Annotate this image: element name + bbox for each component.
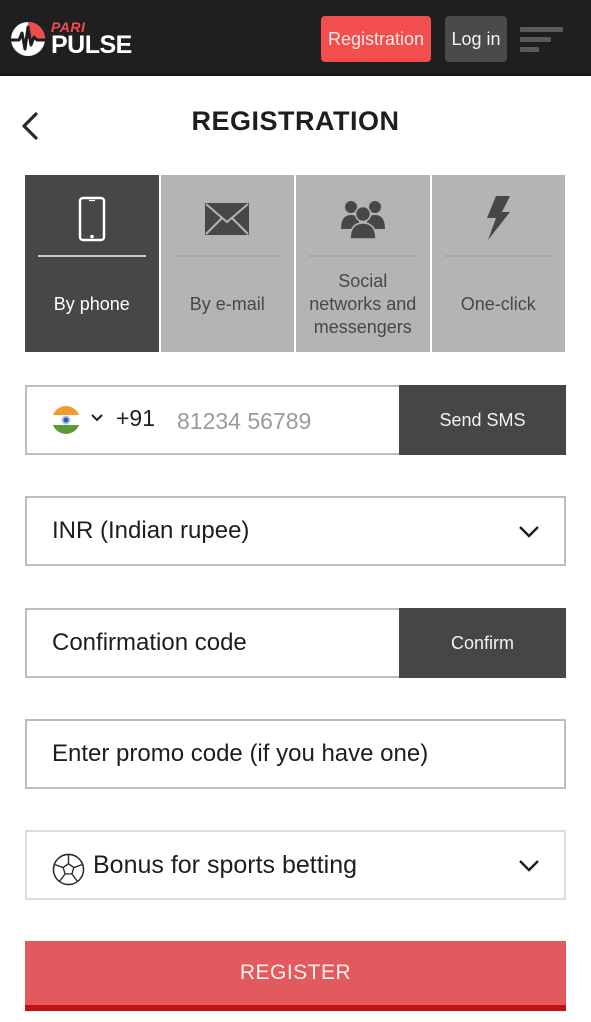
page-title: REGISTRATION [191,106,400,136]
india-flag-icon[interactable] [52,406,80,434]
tab-one-click[interactable]: One-click [431,175,565,352]
tab-label: One-click [460,294,536,314]
pulse-logo-icon [11,22,45,56]
pari-pulse-logo[interactable]: PARI PULSE [10,19,132,59]
tab-label: Social networks and messengers [309,271,417,337]
promo-code-input[interactable] [52,721,542,787]
menu-line [520,27,563,32]
lightning-bolt-icon [473,195,523,243]
menu-line [520,47,539,52]
menu-line [520,37,551,42]
chevron-down-icon [519,526,539,538]
chevron-down-icon [519,860,539,872]
promo-code-field [25,719,566,789]
hamburger-menu-icon[interactable] [520,27,564,53]
phone-number-field: +91 Send SMS [25,385,566,455]
phone-number-input[interactable] [177,403,397,439]
registration-method-tabs: By phone By e-mail Social networks and m… [25,175,565,352]
tab-social-networks[interactable]: Social networks and messengers [296,175,430,352]
envelope-icon [202,195,252,243]
currency-select[interactable]: INR (Indian rupee) [25,496,566,566]
tab-by-email[interactable]: By e-mail [160,175,294,352]
bonus-select[interactable]: Bonus for sports betting [25,830,566,900]
smartphone-icon [67,195,117,243]
soccer-ball-icon [52,853,85,886]
confirm-button[interactable]: Confirm [399,608,566,678]
bonus-selected-value: Bonus for sports betting [93,850,358,879]
currency-selected-value: INR (Indian rupee) [52,517,250,544]
header-registration-button[interactable]: Registration [321,16,431,62]
top-navigation-bar: PARI PULSE Registration Log in [0,0,591,76]
tab-label: By e-mail [189,294,265,314]
country-code-chevron-down-icon[interactable] [90,413,104,423]
confirmation-code-field: Confirm [25,608,566,678]
confirmation-code-input[interactable] [52,610,382,676]
tab-label: By phone [53,294,130,314]
users-group-icon [338,195,388,243]
tab-by-phone[interactable]: By phone [25,175,159,352]
register-button[interactable]: REGISTER [25,941,566,1011]
country-dial-code: +91 [116,405,156,431]
header-login-button[interactable]: Log in [445,16,507,62]
logo-main-text: PULSE [51,31,132,59]
send-sms-button[interactable]: Send SMS [399,385,566,455]
